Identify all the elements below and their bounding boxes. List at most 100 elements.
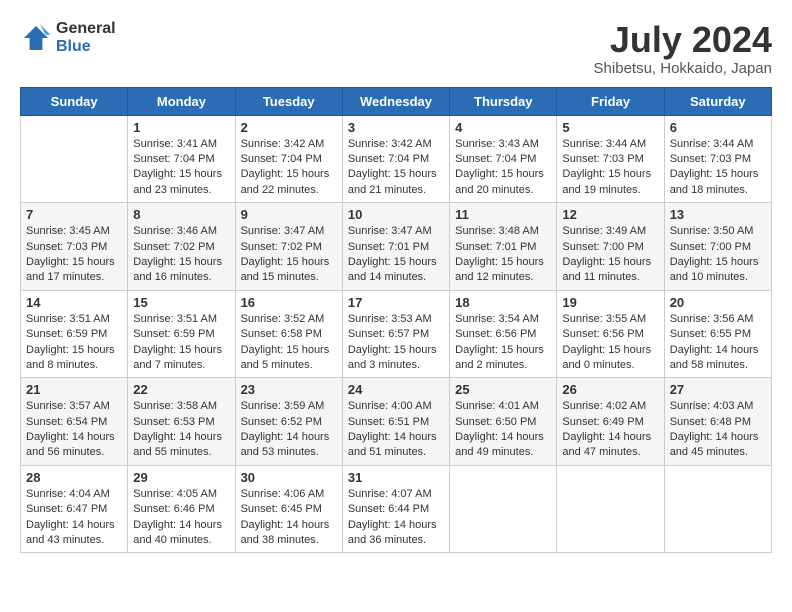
cell-content: Sunrise: 3:54 AM Sunset: 6:56 PM Dayligh…	[455, 312, 551, 374]
cell-content: Sunrise: 3:51 AM Sunset: 6:59 PM Dayligh…	[133, 312, 229, 374]
calendar-cell: 23 Sunrise: 3:59 AM Sunset: 6:52 PM Dayl…	[235, 378, 342, 466]
sunset-text: Sunset: 6:56 PM	[562, 327, 658, 342]
cell-content: Sunrise: 4:07 AM Sunset: 6:44 PM Dayligh…	[348, 487, 444, 549]
calendar-cell: 8 Sunrise: 3:46 AM Sunset: 7:02 PM Dayli…	[128, 203, 235, 291]
sunrise-text: Sunrise: 3:44 AM	[562, 137, 658, 152]
daylight-text: Daylight: 15 hours and 16 minutes.	[133, 255, 229, 286]
sunrise-text: Sunrise: 3:57 AM	[26, 399, 122, 414]
sunset-text: Sunset: 6:50 PM	[455, 415, 551, 430]
calendar-cell: 10 Sunrise: 3:47 AM Sunset: 7:01 PM Dayl…	[342, 203, 449, 291]
calendar-cell: 25 Sunrise: 4:01 AM Sunset: 6:50 PM Dayl…	[450, 378, 557, 466]
sunset-text: Sunset: 6:51 PM	[348, 415, 444, 430]
daylight-text: Daylight: 14 hours and 56 minutes.	[26, 430, 122, 461]
day-number: 26	[562, 382, 658, 397]
calendar-cell: 1 Sunrise: 3:41 AM Sunset: 7:04 PM Dayli…	[128, 115, 235, 203]
sunrise-text: Sunrise: 3:51 AM	[26, 312, 122, 327]
day-number: 25	[455, 382, 551, 397]
calendar-cell: 21 Sunrise: 3:57 AM Sunset: 6:54 PM Dayl…	[21, 378, 128, 466]
sunset-text: Sunset: 6:56 PM	[455, 327, 551, 342]
calendar-cell: 30 Sunrise: 4:06 AM Sunset: 6:45 PM Dayl…	[235, 465, 342, 553]
calendar-cell: 31 Sunrise: 4:07 AM Sunset: 6:44 PM Dayl…	[342, 465, 449, 553]
sunrise-text: Sunrise: 4:05 AM	[133, 487, 229, 502]
cell-content: Sunrise: 3:41 AM Sunset: 7:04 PM Dayligh…	[133, 137, 229, 199]
daylight-text: Daylight: 15 hours and 23 minutes.	[133, 167, 229, 198]
sunset-text: Sunset: 6:45 PM	[241, 502, 337, 517]
sunrise-text: Sunrise: 4:06 AM	[241, 487, 337, 502]
sunset-text: Sunset: 6:59 PM	[133, 327, 229, 342]
calendar-table: SundayMondayTuesdayWednesdayThursdayFrid…	[20, 87, 772, 554]
cell-content: Sunrise: 3:44 AM Sunset: 7:03 PM Dayligh…	[562, 137, 658, 199]
sunrise-text: Sunrise: 3:45 AM	[26, 224, 122, 239]
sunset-text: Sunset: 6:49 PM	[562, 415, 658, 430]
day-number: 15	[133, 295, 229, 310]
cell-content: Sunrise: 3:47 AM Sunset: 7:02 PM Dayligh…	[241, 224, 337, 286]
daylight-text: Daylight: 15 hours and 19 minutes.	[562, 167, 658, 198]
cell-content: Sunrise: 3:53 AM Sunset: 6:57 PM Dayligh…	[348, 312, 444, 374]
cell-content: Sunrise: 3:47 AM Sunset: 7:01 PM Dayligh…	[348, 224, 444, 286]
daylight-text: Daylight: 15 hours and 8 minutes.	[26, 343, 122, 374]
sunset-text: Sunset: 6:58 PM	[241, 327, 337, 342]
daylight-text: Daylight: 14 hours and 38 minutes.	[241, 518, 337, 549]
calendar-cell	[21, 115, 128, 203]
sunrise-text: Sunrise: 4:03 AM	[670, 399, 766, 414]
sunset-text: Sunset: 7:02 PM	[133, 240, 229, 255]
calendar-cell: 17 Sunrise: 3:53 AM Sunset: 6:57 PM Dayl…	[342, 290, 449, 378]
sunset-text: Sunset: 7:04 PM	[348, 152, 444, 167]
cell-content: Sunrise: 3:43 AM Sunset: 7:04 PM Dayligh…	[455, 137, 551, 199]
daylight-text: Daylight: 15 hours and 21 minutes.	[348, 167, 444, 198]
cell-content: Sunrise: 3:42 AM Sunset: 7:04 PM Dayligh…	[348, 137, 444, 199]
weekday-header-friday: Friday	[557, 87, 664, 115]
calendar-cell: 5 Sunrise: 3:44 AM Sunset: 7:03 PM Dayli…	[557, 115, 664, 203]
cell-content: Sunrise: 4:06 AM Sunset: 6:45 PM Dayligh…	[241, 487, 337, 549]
daylight-text: Daylight: 14 hours and 40 minutes.	[133, 518, 229, 549]
day-number: 18	[455, 295, 551, 310]
logo-icon	[20, 22, 52, 54]
day-number: 29	[133, 470, 229, 485]
day-number: 13	[670, 207, 766, 222]
sunset-text: Sunset: 7:01 PM	[455, 240, 551, 255]
logo-text: General Blue	[56, 20, 116, 56]
daylight-text: Daylight: 15 hours and 17 minutes.	[26, 255, 122, 286]
sunrise-text: Sunrise: 3:56 AM	[670, 312, 766, 327]
sunrise-text: Sunrise: 3:42 AM	[348, 137, 444, 152]
sunrise-text: Sunrise: 3:46 AM	[133, 224, 229, 239]
daylight-text: Daylight: 15 hours and 20 minutes.	[455, 167, 551, 198]
calendar-week-3: 14 Sunrise: 3:51 AM Sunset: 6:59 PM Dayl…	[21, 290, 772, 378]
sunrise-text: Sunrise: 4:02 AM	[562, 399, 658, 414]
sunset-text: Sunset: 6:54 PM	[26, 415, 122, 430]
day-number: 10	[348, 207, 444, 222]
cell-content: Sunrise: 4:00 AM Sunset: 6:51 PM Dayligh…	[348, 399, 444, 461]
sunrise-text: Sunrise: 3:58 AM	[133, 399, 229, 414]
sunrise-text: Sunrise: 3:42 AM	[241, 137, 337, 152]
daylight-text: Daylight: 14 hours and 51 minutes.	[348, 430, 444, 461]
calendar-cell: 20 Sunrise: 3:56 AM Sunset: 6:55 PM Dayl…	[664, 290, 771, 378]
sunrise-text: Sunrise: 3:53 AM	[348, 312, 444, 327]
cell-content: Sunrise: 3:56 AM Sunset: 6:55 PM Dayligh…	[670, 312, 766, 374]
day-number: 17	[348, 295, 444, 310]
daylight-text: Daylight: 14 hours and 47 minutes.	[562, 430, 658, 461]
weekday-header-sunday: Sunday	[21, 87, 128, 115]
daylight-text: Daylight: 15 hours and 7 minutes.	[133, 343, 229, 374]
daylight-text: Daylight: 14 hours and 55 minutes.	[133, 430, 229, 461]
daylight-text: Daylight: 15 hours and 5 minutes.	[241, 343, 337, 374]
sunrise-text: Sunrise: 3:48 AM	[455, 224, 551, 239]
day-number: 7	[26, 207, 122, 222]
sunset-text: Sunset: 6:53 PM	[133, 415, 229, 430]
day-number: 6	[670, 120, 766, 135]
calendar-cell: 9 Sunrise: 3:47 AM Sunset: 7:02 PM Dayli…	[235, 203, 342, 291]
calendar-week-5: 28 Sunrise: 4:04 AM Sunset: 6:47 PM Dayl…	[21, 465, 772, 553]
calendar-cell: 27 Sunrise: 4:03 AM Sunset: 6:48 PM Dayl…	[664, 378, 771, 466]
sunrise-text: Sunrise: 4:00 AM	[348, 399, 444, 414]
daylight-text: Daylight: 15 hours and 10 minutes.	[670, 255, 766, 286]
cell-content: Sunrise: 3:46 AM Sunset: 7:02 PM Dayligh…	[133, 224, 229, 286]
calendar-cell: 29 Sunrise: 4:05 AM Sunset: 6:46 PM Dayl…	[128, 465, 235, 553]
sunset-text: Sunset: 6:46 PM	[133, 502, 229, 517]
calendar-cell: 14 Sunrise: 3:51 AM Sunset: 6:59 PM Dayl…	[21, 290, 128, 378]
sunset-text: Sunset: 7:01 PM	[348, 240, 444, 255]
cell-content: Sunrise: 3:49 AM Sunset: 7:00 PM Dayligh…	[562, 224, 658, 286]
cell-content: Sunrise: 4:05 AM Sunset: 6:46 PM Dayligh…	[133, 487, 229, 549]
calendar-week-2: 7 Sunrise: 3:45 AM Sunset: 7:03 PM Dayli…	[21, 203, 772, 291]
day-number: 16	[241, 295, 337, 310]
page-header: General Blue July 2024 Shibetsu, Hokkaid…	[20, 20, 772, 77]
sunrise-text: Sunrise: 3:43 AM	[455, 137, 551, 152]
